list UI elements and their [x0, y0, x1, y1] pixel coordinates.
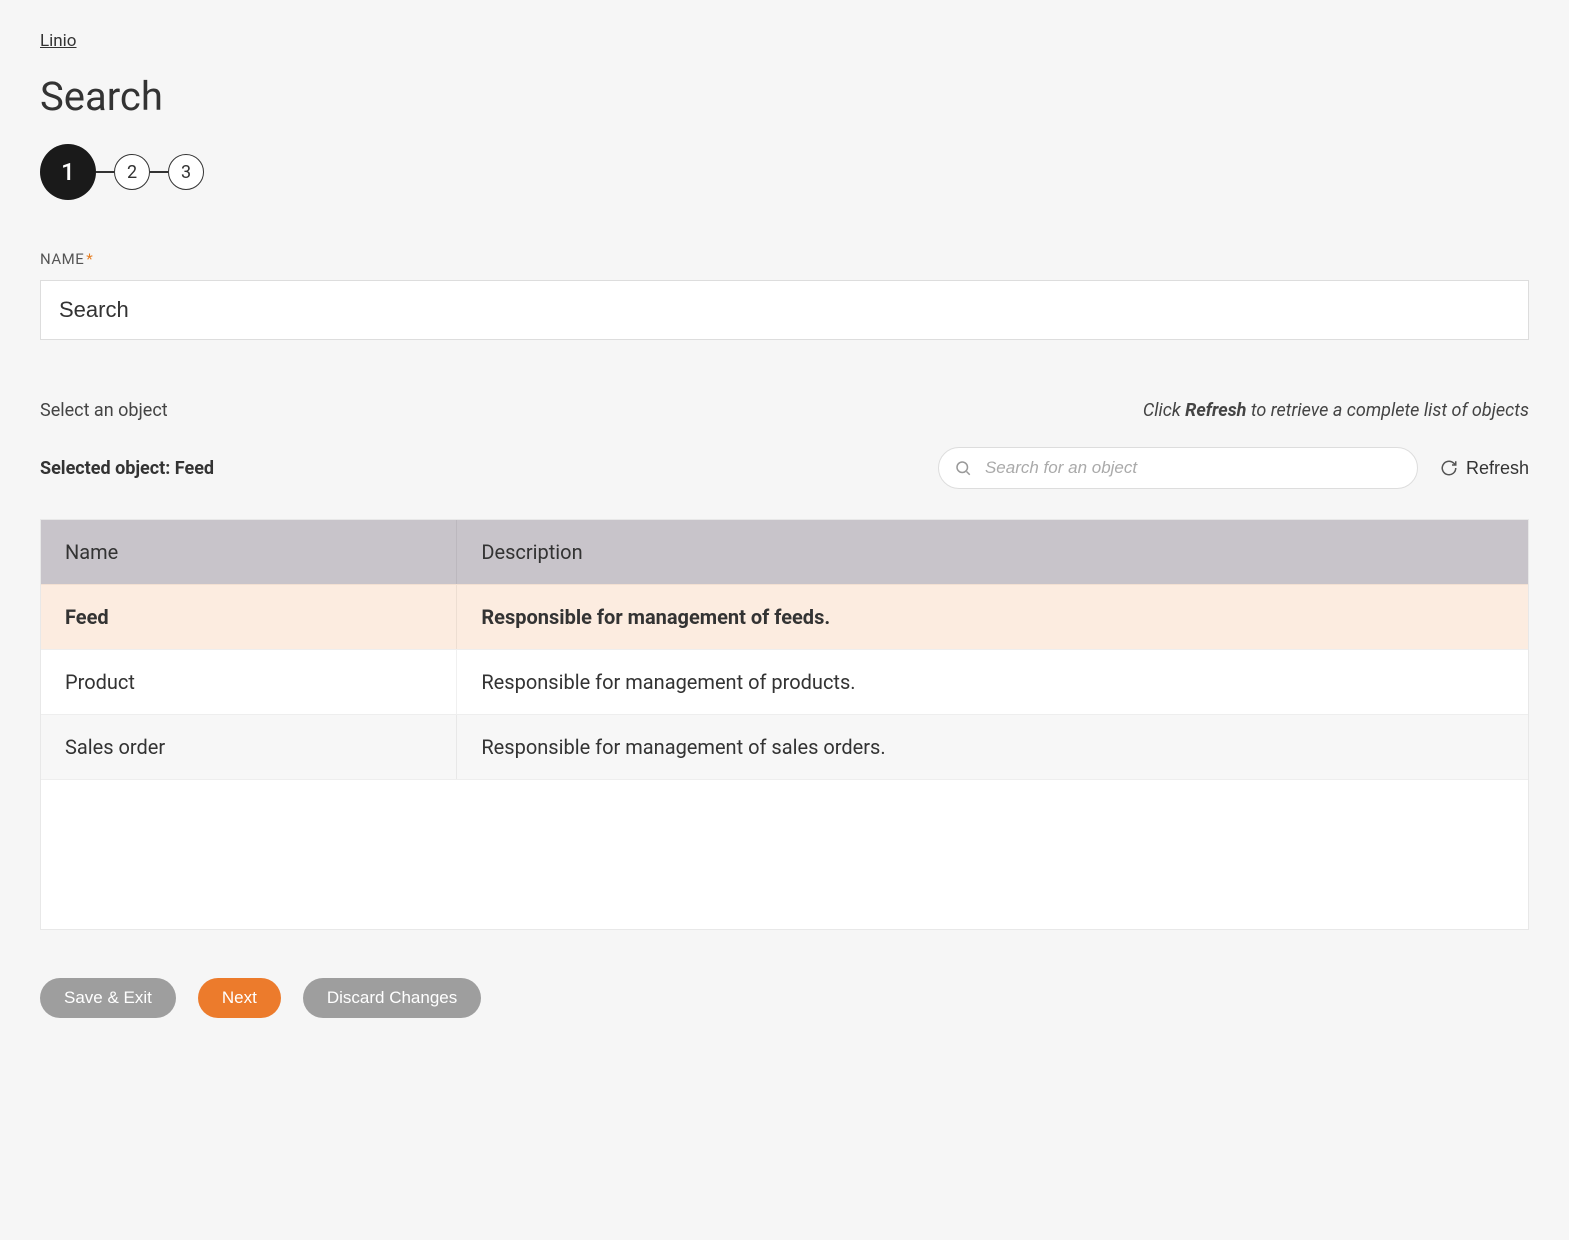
table-row[interactable]: Product Responsible for management of pr…: [41, 649, 1528, 714]
search-icon: [954, 459, 972, 477]
col-header-name: Name: [41, 520, 457, 584]
step-connector: [96, 171, 114, 173]
step-1[interactable]: 1: [40, 144, 96, 200]
step-3[interactable]: 3: [168, 154, 204, 190]
cell-name: Product: [41, 650, 457, 714]
refresh-hint: Click Refresh to retrieve a complete lis…: [1143, 400, 1529, 421]
breadcrumb-link[interactable]: Linio: [40, 31, 77, 51]
table-row[interactable]: Feed Responsible for management of feeds…: [41, 584, 1528, 649]
breadcrumb: Linio: [40, 30, 1529, 51]
footer-actions: Save & Exit Next Discard Changes: [40, 978, 1529, 1018]
select-object-label: Select an object: [40, 400, 168, 421]
refresh-icon: [1440, 459, 1458, 477]
cell-name: Sales order: [41, 715, 457, 779]
object-table: Name Description Feed Responsible for ma…: [40, 519, 1529, 930]
cell-description: Responsible for management of sales orde…: [457, 715, 1528, 779]
table-row[interactable]: Sales order Responsible for management o…: [41, 714, 1528, 779]
step-2[interactable]: 2: [114, 154, 150, 190]
object-search-input[interactable]: [938, 447, 1418, 489]
refresh-label: Refresh: [1466, 458, 1529, 479]
col-header-description: Description: [457, 520, 1528, 584]
discard-changes-button[interactable]: Discard Changes: [303, 978, 481, 1018]
refresh-button[interactable]: Refresh: [1440, 458, 1529, 479]
step-connector: [150, 171, 168, 173]
table-empty-area: [41, 779, 1528, 929]
stepper: 1 2 3: [40, 144, 1529, 200]
table-header: Name Description: [41, 520, 1528, 584]
cell-description: Responsible for management of products.: [457, 650, 1528, 714]
cell-description: Responsible for management of feeds.: [457, 585, 1528, 649]
name-label: NAME*: [40, 250, 1529, 268]
name-input[interactable]: [40, 280, 1529, 340]
cell-name: Feed: [41, 585, 457, 649]
page-title: Search: [40, 73, 1529, 120]
save-exit-button[interactable]: Save & Exit: [40, 978, 176, 1018]
selected-object: Selected object: Feed: [40, 458, 214, 479]
next-button[interactable]: Next: [198, 978, 281, 1018]
